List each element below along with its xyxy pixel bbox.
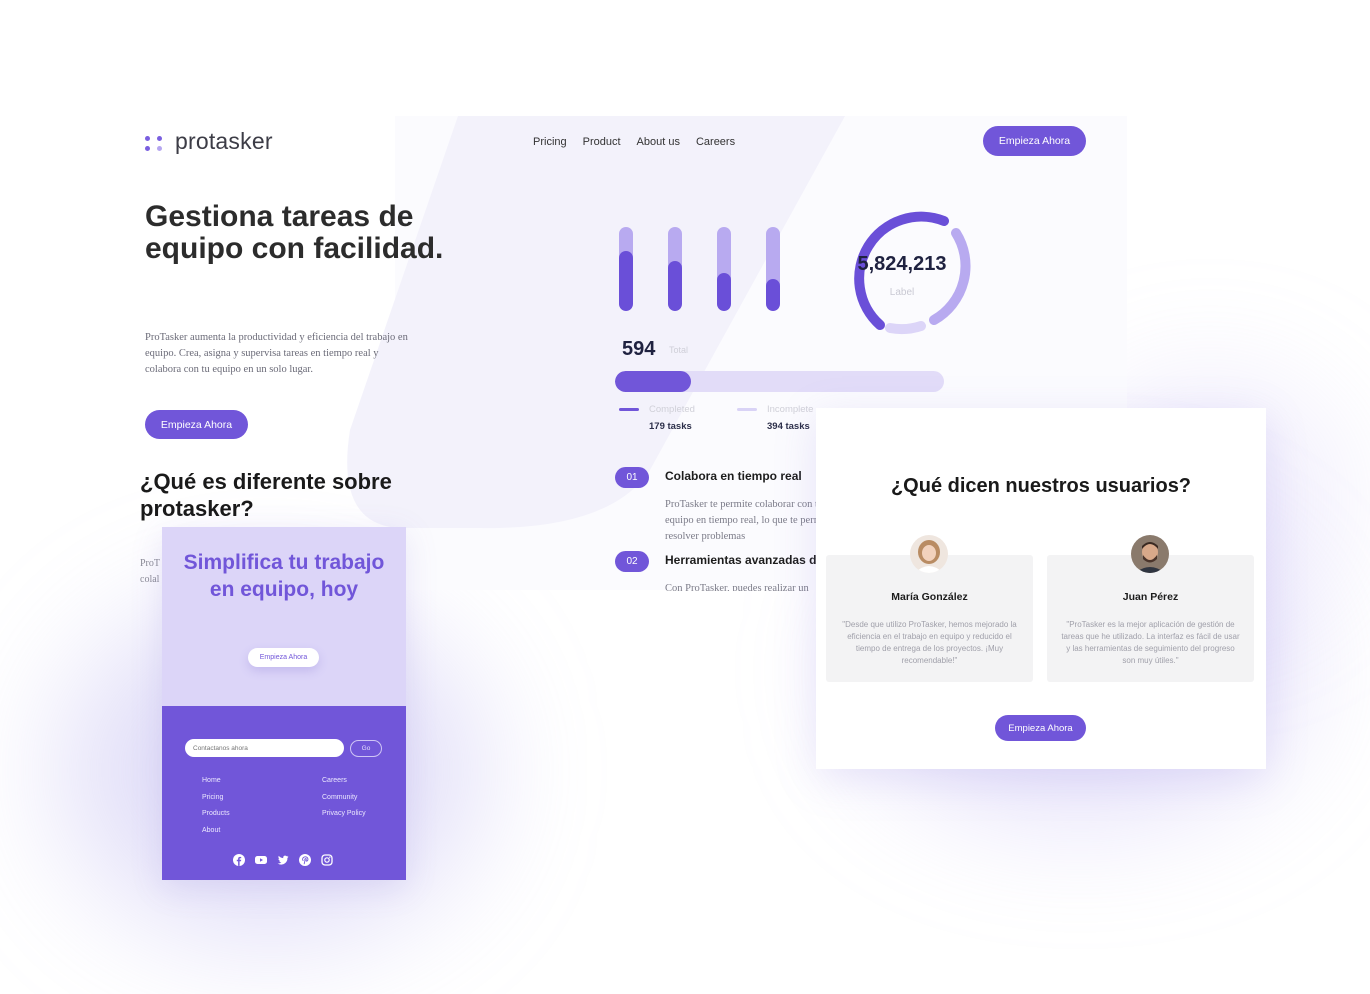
brand-name: protasker	[175, 128, 273, 154]
hero-cta-button[interactable]: Empieza Ahora	[145, 410, 248, 439]
testimonials-card: ¿Qué dicen nuestros usuarios? María Gonz…	[816, 408, 1266, 769]
brand-logo[interactable]: protasker	[145, 128, 273, 155]
ring-value: 5,824,213	[857, 253, 947, 275]
feature-description: Con ProTasker, puedes realizar un seguim…	[665, 583, 809, 591]
twitter-icon[interactable]	[277, 854, 289, 866]
testimonials-heading: ¿Qué dicen nuestros usuarios?	[890, 475, 1192, 497]
ring-segment-light	[885, 321, 926, 335]
footer-links-right: Careers Community Privacy Policy	[322, 773, 366, 823]
legend-count: 179 tasks	[649, 421, 692, 432]
tasks-progress-bar	[615, 371, 944, 392]
stat-bar	[717, 227, 731, 311]
hero-title: Gestiona tareas de equipo con facilidad.	[145, 200, 444, 265]
legend-name: Completed	[649, 404, 695, 415]
stat-bar-fill	[766, 279, 780, 311]
footer-link-community[interactable]: Community	[322, 790, 366, 807]
facebook-icon[interactable]	[233, 854, 245, 866]
difference-text-fragment: ProT colal	[140, 556, 160, 588]
nav-item-product[interactable]: Product	[583, 136, 621, 148]
feature-number-badge: 01	[615, 467, 649, 488]
feature-title: Colabora en tiempo real	[665, 469, 802, 483]
footer-link-privacy-policy[interactable]: Privacy Policy	[322, 806, 366, 823]
stat-bar-fill	[619, 250, 633, 311]
header-cta-button[interactable]: Empieza Ahora	[983, 126, 1086, 156]
testimonials-cta-button[interactable]: Empieza Ahora	[995, 715, 1086, 741]
nav-item-about-us[interactable]: About us	[637, 136, 680, 148]
feature-number-badge: 02	[615, 551, 649, 572]
instagram-icon[interactable]	[321, 854, 333, 866]
top-nav: Pricing Product About us Careers	[533, 136, 735, 148]
social-links	[233, 854, 333, 866]
footer-link-pricing[interactable]: Pricing	[202, 790, 230, 807]
avatar	[910, 535, 948, 573]
difference-fragment-line: ProT	[140, 558, 160, 569]
stat-bar-fill	[668, 260, 682, 311]
testimonial-card: Juan Pérez "ProTasker es la mejor aplica…	[1047, 535, 1254, 682]
stat-bar	[766, 227, 780, 311]
ring-label: Label	[889, 287, 915, 298]
youtube-icon[interactable]	[255, 854, 267, 866]
testimonial-name: María González	[891, 591, 968, 603]
testimonial-card: María González "Desde que utilizo ProTas…	[826, 535, 1033, 682]
footer-link-products[interactable]: Products	[202, 806, 230, 823]
legend-swatch	[619, 408, 639, 411]
mobile-cta-title: Simplifica tu trabajo en equipo, hoy	[183, 551, 385, 601]
stat-bar-fill	[717, 273, 731, 311]
mobile-cta-button[interactable]: Empieza Ahora	[248, 648, 319, 667]
ring-segment-mid	[929, 228, 971, 325]
footer-link-about[interactable]: About	[202, 823, 230, 840]
stat-bar	[619, 227, 633, 311]
mobile-cta-section: Simplifica tu trabajo en equipo, hoy Emp…	[162, 527, 406, 706]
nav-item-pricing[interactable]: Pricing	[533, 136, 567, 148]
difference-fragment-line: colal	[140, 574, 160, 585]
avatar	[1131, 535, 1169, 573]
difference-heading: ¿Qué es diferente sobre protasker?	[140, 469, 392, 521]
tasks-progress-fill	[615, 371, 691, 392]
footer-link-home[interactable]: Home	[202, 773, 230, 790]
footer-links-left: Home Pricing Products About	[202, 773, 230, 839]
feature-item: 02 Herramientas avanzadas de gestión Con…	[615, 551, 835, 591]
nav-item-careers[interactable]: Careers	[696, 136, 735, 148]
testimonial-name: Juan Pérez	[1122, 591, 1179, 603]
stat-bar	[668, 227, 682, 311]
mobile-preview-card: Simplifica tu trabajo en equipo, hoy Emp…	[162, 527, 406, 880]
hero-description: ProTasker aumenta la productividad y efi…	[145, 332, 408, 375]
feature-title: Herramientas avanzadas de gestión	[665, 553, 835, 567]
legend-count: 394 tasks	[767, 421, 810, 432]
testimonial-quote: "Desde que utilizo ProTasker, hemos mejo…	[842, 620, 1017, 665]
mobile-footer: Go Home Pricing Products About Careers C…	[162, 706, 406, 880]
logo-dots-icon	[145, 132, 165, 152]
contact-input[interactable]	[185, 739, 344, 757]
legend-name: Incomplete	[767, 404, 814, 415]
testimonial-quote: "ProTasker es la mejor aplicación de ges…	[1061, 620, 1240, 665]
legend-swatch	[737, 408, 757, 411]
footer-link-careers[interactable]: Careers	[322, 773, 366, 790]
pinterest-icon[interactable]	[299, 854, 311, 866]
total-count: 594	[622, 338, 656, 360]
go-button[interactable]: Go	[350, 740, 382, 757]
total-label: Total	[669, 345, 689, 355]
bar-stats	[619, 227, 780, 311]
